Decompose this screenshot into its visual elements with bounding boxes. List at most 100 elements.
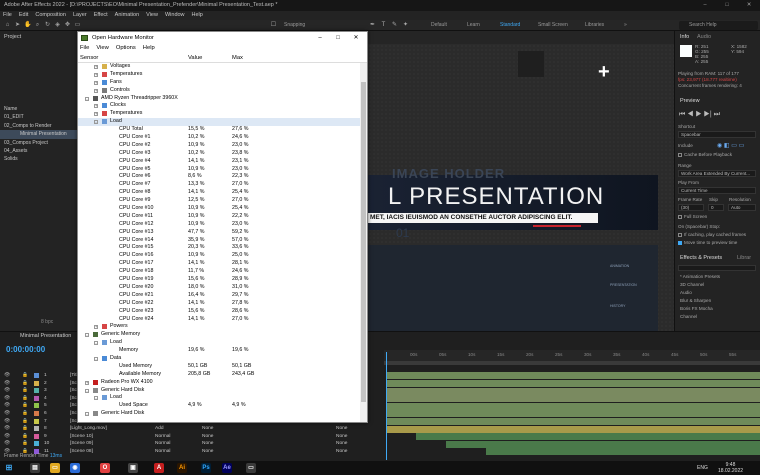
move-time-option[interactable]: Move time to preview time	[678, 240, 737, 245]
project-item[interactable]: 03_Compos Project	[0, 139, 78, 147]
sensor-row[interactable]: CPU Core #13 47,7 % 59,2 %	[78, 229, 360, 237]
layer-duration-bar[interactable]	[386, 410, 760, 418]
app-icon[interactable]: ▣	[128, 463, 138, 473]
windows-start-icon[interactable]: ⊞	[4, 463, 14, 473]
label-color-swatch[interactable]	[34, 441, 39, 447]
playhead[interactable]	[386, 352, 387, 460]
label-color-swatch[interactable]	[34, 403, 39, 409]
ohm-maximize-button[interactable]: □	[329, 32, 347, 44]
play-from-select[interactable]: Current Time	[678, 187, 756, 194]
label-color-swatch[interactable]	[34, 411, 39, 416]
parent-select[interactable]: None	[336, 448, 347, 455]
layer-duration-bar[interactable]	[386, 372, 760, 380]
layer-duration-bar[interactable]	[386, 425, 760, 433]
layer-duration-bar[interactable]	[416, 433, 760, 441]
sensor-group-row[interactable]: + Temperatures	[78, 110, 360, 118]
close-button[interactable]: ✕	[738, 0, 760, 11]
lock-icon[interactable]: 🔒	[22, 402, 28, 409]
collapse-icon[interactable]: -	[85, 333, 89, 338]
layer-name[interactable]: [Scene 08]	[70, 448, 93, 455]
effects-presets-tab[interactable]: Effects & Presets	[680, 255, 722, 261]
frame-rate-select[interactable]: (30)	[678, 204, 704, 211]
collapse-icon[interactable]: -	[94, 120, 98, 125]
expand-icon[interactable]: +	[94, 112, 98, 117]
sensor-group-row[interactable]: - Load	[78, 339, 360, 347]
layer-duration-bar[interactable]	[386, 417, 760, 425]
project-column-name[interactable]: Name	[0, 105, 78, 113]
ohm-scrollbar-thumb[interactable]	[361, 82, 366, 402]
sensor-row[interactable]: CPU Core #11 10,9 % 22,2 %	[78, 213, 360, 221]
expand-icon[interactable]: +	[94, 65, 98, 69]
pan-behind-tool-icon[interactable]: ✥	[64, 22, 71, 29]
project-item-selected[interactable]: Minimal Presentation	[0, 130, 78, 139]
collapse-icon[interactable]: -	[85, 412, 89, 417]
timeline-tab[interactable]: Minimal Presentation	[20, 333, 71, 339]
pen-tool-icon[interactable]: ✒	[369, 22, 376, 29]
layer-duration-bar[interactable]	[386, 379, 760, 387]
sensor-group-row[interactable]: + Powers	[78, 323, 360, 331]
menu-help[interactable]: Help	[192, 11, 203, 20]
sensor-row[interactable]: CPU Core #14 35,9 % 57,0 %	[78, 237, 360, 245]
hand-tool-icon[interactable]: ✋	[24, 22, 31, 29]
home-icon[interactable]: ⌂	[4, 22, 11, 29]
acrobat-icon[interactable]: A	[154, 463, 164, 473]
libraries-tab[interactable]: Librar	[737, 255, 751, 261]
parent-select[interactable]: None	[336, 440, 347, 447]
sensor-group-row[interactable]: + Voltages	[78, 63, 360, 71]
cache-before-playback[interactable]: Cache Before Playback	[678, 152, 732, 157]
photoshop-icon[interactable]: Ps	[201, 463, 211, 473]
workspace-standard[interactable]: Standard	[500, 22, 520, 28]
track-matte-select[interactable]: None	[202, 448, 213, 455]
lock-icon[interactable]: 🔒	[22, 433, 28, 440]
effects-item[interactable]: Channel	[680, 314, 697, 319]
column-max[interactable]: Max	[232, 53, 243, 63]
track-matte-select[interactable]: None	[202, 433, 213, 440]
ohm-menu-file[interactable]: File	[80, 44, 89, 53]
next-frame-icon[interactable]: ▶|	[704, 111, 712, 118]
after-effects-icon[interactable]: Ae	[222, 463, 232, 473]
label-color-swatch[interactable]	[34, 395, 39, 401]
label-color-swatch[interactable]	[34, 373, 39, 378]
collapse-icon[interactable]: -	[94, 396, 98, 401]
sensor-row[interactable]: CPU Core #20 18,0 % 31,0 %	[78, 284, 360, 292]
sensor-group-row[interactable]: + Radeon Pro WX 4100	[78, 379, 360, 387]
effects-item[interactable]: Blur & Sharpen	[680, 298, 711, 303]
skip-field[interactable]: 0	[708, 204, 724, 211]
visibility-eye-icon[interactable]: 👁	[4, 418, 10, 425]
workspace-default[interactable]: Default	[431, 22, 447, 28]
collapse-icon[interactable]: -	[85, 96, 89, 101]
sensor-group-row[interactable]: + Clocks	[78, 102, 360, 110]
label-color-swatch[interactable]	[34, 388, 39, 394]
blend-mode-select[interactable]: Normal	[155, 440, 170, 447]
work-area-bar[interactable]	[384, 361, 760, 365]
collapse-icon[interactable]: -	[94, 356, 98, 361]
sensor-row[interactable]: CPU Total 15,5 % 27,6 %	[78, 126, 360, 134]
layer-duration-bar[interactable]	[386, 395, 760, 403]
lock-icon[interactable]: 🔒	[22, 395, 28, 402]
track-matte-select[interactable]: None	[202, 440, 213, 447]
sensor-row[interactable]: CPU Core #1 10,2 % 24,6 %	[78, 134, 360, 142]
first-frame-icon[interactable]: ⏮	[679, 111, 685, 118]
sensor-row[interactable]: CPU Core #19 15,6 % 28,9 %	[78, 276, 360, 284]
rotate-tool-icon[interactable]: ↻	[44, 22, 51, 29]
column-value[interactable]: Value	[188, 53, 202, 63]
effects-item[interactable]: 3D Channel	[680, 282, 704, 287]
sensor-row[interactable]: CPU Core #9 12,5 % 27,0 %	[78, 197, 360, 205]
workspace-more[interactable]: »	[624, 22, 627, 28]
sensor-row[interactable]: CPU Core #15 20,3 % 33,6 %	[78, 244, 360, 252]
sensor-row[interactable]: Used Memory 50,1 GB 50,1 GB	[78, 363, 360, 371]
expand-icon[interactable]: +	[94, 325, 98, 330]
sensor-group-row[interactable]: - Generic Hard Disk	[78, 387, 360, 395]
layer-name[interactable]: [Light_Long.mov]	[70, 425, 107, 432]
sensor-row[interactable]: CPU Core #16 10,9 % 25,0 %	[78, 252, 360, 260]
window-task-icon[interactable]: ▭	[246, 463, 256, 473]
effects-item[interactable]: Boris FX Mocha	[680, 306, 713, 311]
sensor-row[interactable]: CPU Core #3 10,2 % 23,8 %	[78, 150, 360, 158]
sensor-group-row[interactable]: + Temperatures	[78, 71, 360, 79]
menu-effect[interactable]: Effect	[94, 11, 108, 20]
ohm-menu-options[interactable]: Options	[116, 44, 136, 53]
sensor-group-row[interactable]: - Generic Hard Disk	[78, 410, 360, 418]
timeline-layer-row[interactable]: 👁 🔒 10 [Scene 09] Normal None None	[0, 440, 384, 447]
snapping-checkbox-icon[interactable]: ☐	[270, 22, 277, 29]
sensor-group-row[interactable]: - Generic Memory	[78, 331, 360, 339]
